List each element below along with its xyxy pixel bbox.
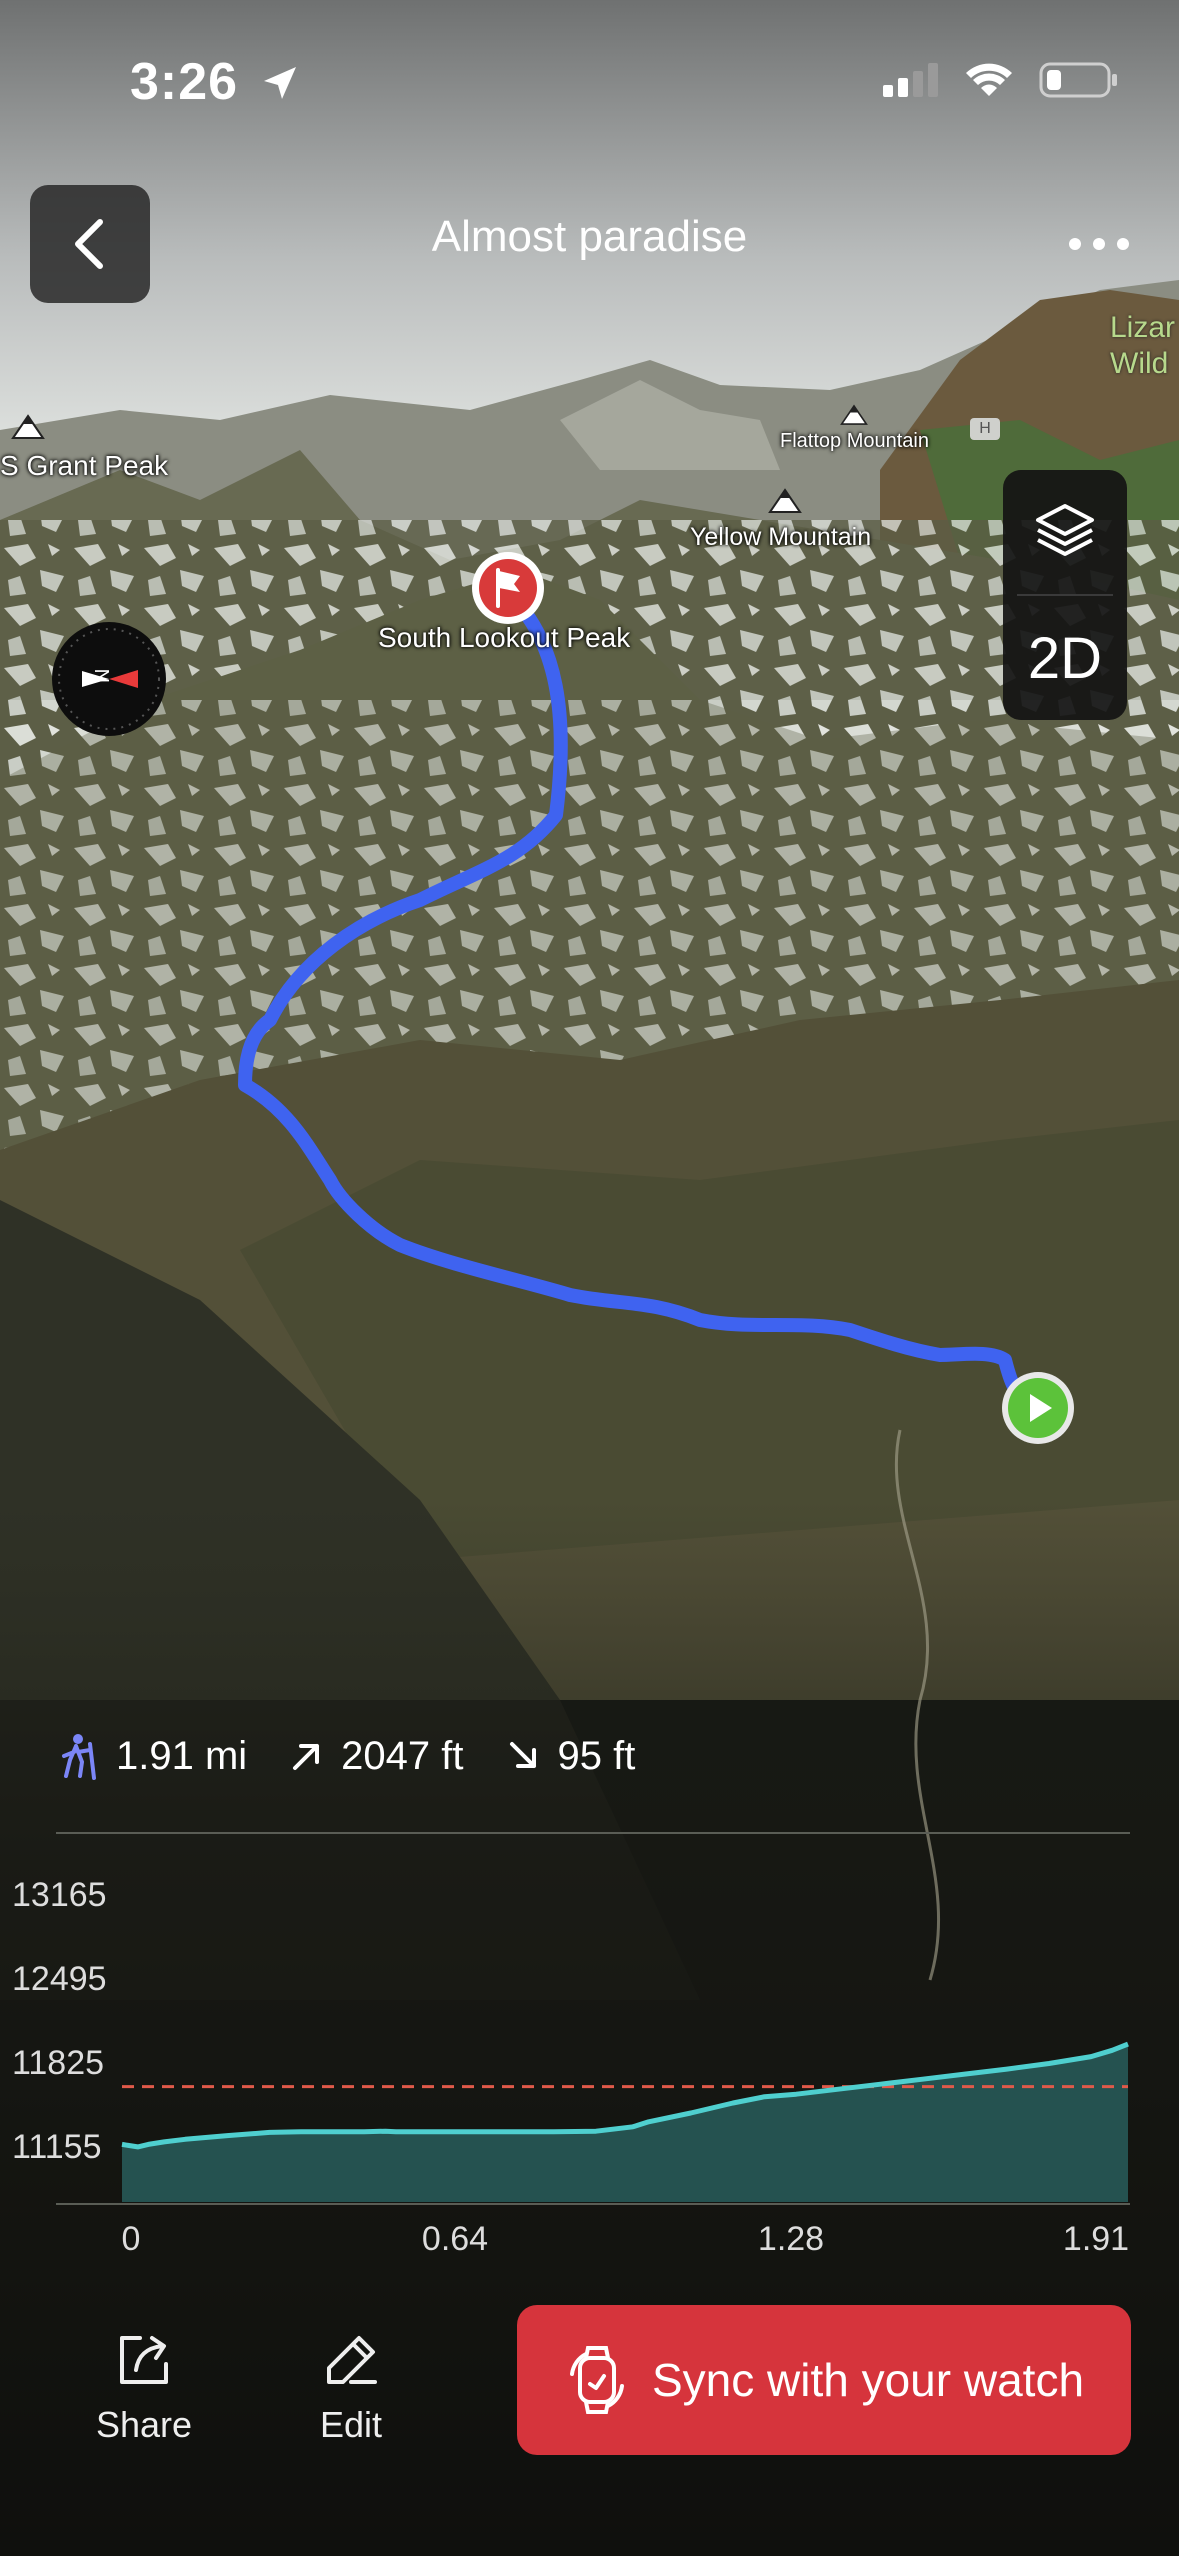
pencil-icon [327,2336,378,2384]
track-stats: 1.91 mi 2047 ft 95 ft [56,1732,677,1780]
arrow-down-right-icon [509,1742,536,1768]
label-s-grant-peak: S Grant Peak [0,450,169,481]
distance-stat: 1.91 mi [56,1732,247,1780]
2d-mode-button[interactable]: 2D [1003,598,1127,718]
label-yellow-mountain: Yellow Mountain [690,523,872,551]
elevation-chart[interactable] [0,1830,1179,2250]
x-tick-label: 1.91 [1062,2220,1130,2258]
label-flattop-mountain: Flattop Mountain [780,430,929,452]
y-tick-label: 11825 [12,2044,105,2082]
arrow-up-right-icon [293,1744,320,1770]
layers-icon [1036,504,1094,556]
y-tick-label: 11155 [12,2128,102,2166]
status-icons [883,60,1119,100]
y-tick-label: 12495 [12,1960,107,1998]
start-play-icon[interactable] [998,1368,1078,1448]
elevation-area [122,2044,1128,2202]
page-title: Almost paradise [431,212,748,261]
road-sign-icon: H [970,418,1000,440]
descent-stat: 95 ft [506,1734,635,1779]
label-south-lookout-peak: South Lookout Peak [378,622,631,653]
controls-divider [1017,594,1113,596]
peak-icon [11,414,45,439]
map-controls: 2D [1003,470,1127,720]
more-options-button[interactable] [1059,222,1139,266]
compass-button[interactable]: N [52,622,166,736]
end-flag-icon[interactable] [468,548,548,628]
share-button[interactable]: Share [96,2330,192,2446]
edit-button[interactable]: Edit [320,2330,382,2446]
battery-icon [1039,62,1117,98]
status-time: 3:26 [130,52,300,112]
location-arrow-icon [263,67,296,99]
more-dots-icon [1069,238,1081,250]
layers-button[interactable] [1003,470,1127,590]
share-icon [120,2336,169,2384]
svg-text:N: N [92,669,114,683]
label-wilderness: Lizar Wild [1110,311,1176,380]
peak-icon [840,404,868,425]
wifi-icon [966,63,1012,96]
status-bar: 3:26 [0,0,1179,170]
watch-sync-icon [569,2346,624,2414]
sync-watch-button[interactable]: Sync with your watch [517,2305,1131,2455]
x-tick-label: 1.28 [757,2220,825,2258]
x-tick-label: 0 [121,2220,141,2258]
hiker-icon [62,1734,96,1780]
y-tick-label: 13165 [12,1876,107,1914]
peak-icon [768,488,802,513]
x-tick-label: 0.64 [421,2220,489,2258]
cellular-signal-icon [883,63,938,97]
ascent-stat: 2047 ft [289,1734,464,1779]
compass-icon: N [58,628,160,730]
